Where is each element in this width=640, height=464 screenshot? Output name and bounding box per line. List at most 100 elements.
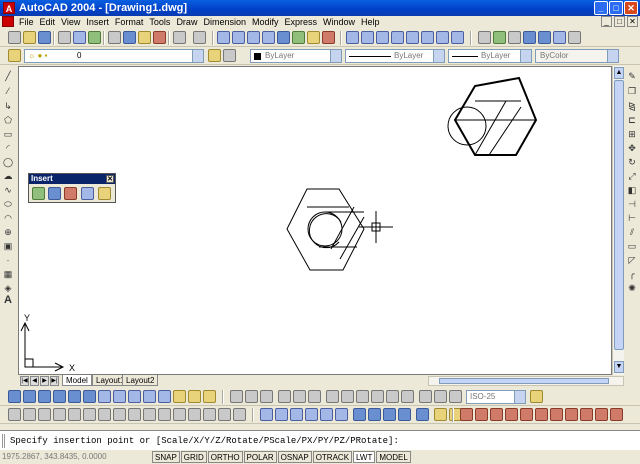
tab-layout2[interactable]: Layout2 bbox=[122, 375, 159, 386]
menu-help[interactable]: Help bbox=[358, 16, 383, 28]
dim-text-edit-icon[interactable] bbox=[434, 390, 447, 403]
cylinder-icon[interactable] bbox=[38, 390, 51, 403]
print-preview-icon[interactable] bbox=[73, 31, 86, 44]
dim-edit-icon[interactable] bbox=[419, 390, 432, 403]
join-icon[interactable]: ▭ bbox=[626, 240, 638, 252]
setup-drawing-icon[interactable] bbox=[173, 390, 186, 403]
tab-model[interactable]: Model bbox=[62, 375, 92, 386]
center-mark-icon[interactable] bbox=[401, 390, 414, 403]
zoom-dynamic-icon[interactable] bbox=[451, 31, 464, 44]
statistics-icon[interactable] bbox=[580, 408, 593, 421]
move-faces-icon[interactable] bbox=[68, 408, 81, 421]
autocad-icon[interactable]: A bbox=[3, 2, 15, 14]
ole-object-icon[interactable] bbox=[81, 187, 94, 200]
zoom-center-icon[interactable] bbox=[421, 31, 434, 44]
imprint-icon[interactable] bbox=[203, 408, 216, 421]
copy-icon[interactable] bbox=[123, 31, 136, 44]
save-icon[interactable] bbox=[38, 31, 51, 44]
insert-toolbar[interactable]: Insert ✕ bbox=[28, 173, 116, 203]
redo-icon[interactable] bbox=[193, 31, 206, 44]
zoom-extents-icon[interactable] bbox=[391, 31, 404, 44]
copy-edges-icon[interactable] bbox=[173, 408, 186, 421]
zoom-object-icon[interactable] bbox=[436, 31, 449, 44]
text-icon[interactable] bbox=[434, 408, 447, 421]
cut-icon[interactable] bbox=[108, 31, 121, 44]
sphere-icon[interactable] bbox=[23, 390, 36, 403]
help-icon[interactable] bbox=[322, 31, 335, 44]
layer-manager-icon[interactable] bbox=[8, 49, 21, 62]
box-icon[interactable] bbox=[8, 390, 21, 403]
menu-insert[interactable]: Insert bbox=[83, 16, 112, 28]
offset-faces-icon[interactable] bbox=[83, 408, 96, 421]
undo-icon[interactable] bbox=[173, 31, 186, 44]
scenes-icon[interactable] bbox=[490, 408, 503, 421]
lwt-toggle[interactable]: LWT bbox=[353, 451, 376, 463]
prev-tab-icon[interactable]: ◀ bbox=[30, 376, 39, 386]
import-icon[interactable] bbox=[98, 187, 111, 200]
quick-dim-icon[interactable] bbox=[326, 390, 339, 403]
hex-block-small[interactable] bbox=[286, 188, 365, 271]
diameter-dim-icon[interactable] bbox=[293, 390, 306, 403]
delete-faces-icon[interactable] bbox=[98, 408, 111, 421]
intersect-icon[interactable] bbox=[38, 408, 51, 421]
dim-style-icon[interactable] bbox=[530, 390, 543, 403]
osnap-toggle[interactable]: OSNAP bbox=[277, 451, 312, 463]
plotstyle-combo[interactable]: ByColor bbox=[535, 49, 619, 63]
flat-shaded-icon[interactable] bbox=[553, 31, 566, 44]
scroll-up-icon[interactable]: ▲ bbox=[614, 67, 624, 79]
designcenter-icon[interactable] bbox=[292, 31, 305, 44]
horizontal-scrollbar[interactable] bbox=[428, 376, 624, 386]
otrack-toggle[interactable]: OTRACK bbox=[312, 451, 353, 463]
rotate-faces-icon[interactable] bbox=[113, 408, 126, 421]
model-toggle[interactable]: MODEL bbox=[376, 451, 411, 463]
polar-toggle[interactable]: POLAR bbox=[243, 451, 277, 463]
dim-update-icon[interactable] bbox=[449, 390, 462, 403]
revolve-icon[interactable] bbox=[113, 390, 126, 403]
iso-view-icon[interactable] bbox=[508, 31, 521, 44]
grid-toggle[interactable]: GRID bbox=[180, 451, 207, 463]
doc-close-button[interactable]: ✕ bbox=[627, 16, 638, 27]
point-icon[interactable]: · bbox=[2, 254, 14, 266]
close-button[interactable]: ✕ bbox=[624, 1, 638, 15]
hide-icon[interactable] bbox=[460, 408, 473, 421]
slice-icon[interactable] bbox=[128, 390, 141, 403]
bottom-view-icon[interactable] bbox=[275, 408, 288, 421]
fog-icon[interactable] bbox=[550, 408, 563, 421]
extrude-faces-icon[interactable] bbox=[53, 408, 66, 421]
render-preferences-icon[interactable] bbox=[595, 408, 608, 421]
polyline-icon[interactable]: ↳ bbox=[2, 100, 14, 112]
hscroll-thumb[interactable] bbox=[439, 378, 609, 384]
scroll-thumb[interactable] bbox=[614, 80, 624, 350]
make-block-icon[interactable]: ▣ bbox=[2, 240, 14, 252]
close-icon[interactable]: ✕ bbox=[106, 175, 114, 183]
zoom-window-icon[interactable] bbox=[247, 31, 260, 44]
insert-block-icon[interactable]: ⊕ bbox=[2, 226, 14, 238]
linear-dim-icon[interactable] bbox=[230, 390, 243, 403]
next-tab-icon[interactable]: ▶ bbox=[40, 376, 49, 386]
clean-icon[interactable] bbox=[218, 408, 231, 421]
scroll-down-icon[interactable]: ▼ bbox=[614, 361, 624, 373]
publish-icon[interactable] bbox=[88, 31, 101, 44]
break-icon[interactable]: ⫽ bbox=[626, 226, 638, 238]
hex-block-large[interactable] bbox=[447, 76, 538, 156]
insert-toolbar-title[interactable]: Insert ✕ bbox=[29, 174, 115, 184]
menu-tools[interactable]: Tools bbox=[146, 16, 173, 28]
zoom-previous-icon[interactable] bbox=[262, 31, 275, 44]
color-edges-icon[interactable] bbox=[188, 408, 201, 421]
arc-icon[interactable]: ◜ bbox=[2, 142, 14, 154]
zoom-scale-icon[interactable] bbox=[406, 31, 419, 44]
top-view-2-icon[interactable] bbox=[260, 408, 273, 421]
camera-icon[interactable] bbox=[416, 408, 429, 421]
document-icon[interactable] bbox=[2, 16, 14, 27]
mapping-icon[interactable] bbox=[610, 408, 623, 421]
explode-icon[interactable]: ✺ bbox=[626, 282, 638, 294]
angular-dim-icon[interactable] bbox=[308, 390, 321, 403]
background-icon[interactable] bbox=[565, 408, 578, 421]
torus-icon[interactable] bbox=[83, 390, 96, 403]
fillet-icon[interactable]: ╭ bbox=[626, 268, 638, 280]
hidden-icon[interactable] bbox=[568, 31, 581, 44]
revision-cloud-icon[interactable]: ☁ bbox=[2, 170, 14, 182]
properties-icon[interactable] bbox=[277, 31, 290, 44]
insert-block-icon[interactable] bbox=[32, 187, 45, 200]
shade-icon[interactable] bbox=[523, 31, 536, 44]
